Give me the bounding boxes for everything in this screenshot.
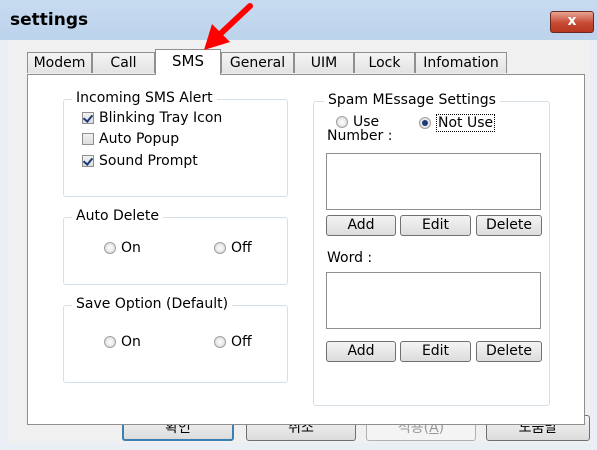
- button-label: Edit: [421, 343, 450, 359]
- radio-label: Off: [231, 240, 252, 256]
- radio-unselected-icon: [336, 116, 348, 128]
- word-add-button[interactable]: Add: [326, 341, 396, 362]
- radio-label: Off: [231, 334, 252, 350]
- save-option-on-radio[interactable]: On: [104, 334, 141, 350]
- button-label: Delete: [486, 343, 532, 359]
- checkbox-unchecked-icon: [82, 133, 94, 145]
- number-label: Number :: [327, 128, 393, 144]
- number-edit-button[interactable]: Edit: [400, 215, 471, 236]
- tab-infomation[interactable]: Infomation: [415, 52, 507, 73]
- blinking-tray-icon-checkbox[interactable]: Blinking Tray Icon: [82, 110, 222, 126]
- sms-tab-panel: Incoming SMS Alert Blinking Tray Icon Au…: [27, 74, 585, 425]
- checkbox-label: Blinking Tray Icon: [99, 110, 223, 126]
- spam-message-settings-group: Spam MEssage Settings Use Not Use Number…: [313, 92, 550, 406]
- word-label: Word :: [327, 250, 373, 266]
- checkbox-label: Auto Popup: [99, 131, 180, 147]
- incoming-sms-alert-group: Incoming SMS Alert Blinking Tray Icon Au…: [63, 90, 288, 197]
- incoming-sms-alert-title: Incoming SMS Alert: [72, 90, 217, 106]
- button-label: Delete: [486, 217, 532, 233]
- word-edit-button[interactable]: Edit: [400, 341, 471, 362]
- button-label: Edit: [421, 217, 450, 233]
- radio-unselected-icon: [214, 336, 226, 348]
- tab-uim[interactable]: UIM: [294, 52, 354, 73]
- settings-window: settings x Modem Call SMS General UIM Lo…: [0, 0, 597, 450]
- tab-call[interactable]: Call: [92, 52, 155, 73]
- checkbox-label: Sound Prompt: [99, 153, 198, 169]
- auto-delete-off-radio[interactable]: Off: [214, 240, 252, 256]
- number-delete-button[interactable]: Delete: [476, 215, 542, 236]
- radio-label: On: [121, 240, 141, 256]
- tab-general[interactable]: General: [221, 52, 294, 73]
- checkbox-checked-icon: [82, 112, 94, 124]
- radio-label: Not Use: [436, 114, 496, 132]
- red-arrow-icon: [204, 3, 253, 50]
- auto-delete-group: Auto Delete On Off: [63, 208, 288, 285]
- auto-delete-title: Auto Delete: [72, 208, 163, 224]
- auto-delete-on-radio[interactable]: On: [104, 240, 141, 256]
- radio-unselected-icon: [104, 242, 116, 254]
- auto-popup-checkbox[interactable]: Auto Popup: [82, 131, 179, 147]
- radio-unselected-icon: [104, 336, 116, 348]
- tab-modem[interactable]: Modem: [27, 52, 92, 73]
- spam-not-use-radio[interactable]: Not Use: [419, 114, 496, 132]
- number-add-button[interactable]: Add: [326, 215, 396, 236]
- button-label: Add: [347, 217, 375, 233]
- checkbox-checked-icon: [82, 155, 94, 167]
- save-option-group: Save Option (Default) On Off: [63, 296, 288, 383]
- spam-settings-title: Spam MEssage Settings: [324, 92, 500, 108]
- radio-label: On: [121, 334, 141, 350]
- button-label: Add: [347, 343, 375, 359]
- word-delete-button[interactable]: Delete: [476, 341, 542, 362]
- radio-selected-icon: [419, 117, 431, 129]
- sound-prompt-checkbox[interactable]: Sound Prompt: [82, 153, 198, 169]
- save-option-title: Save Option (Default): [72, 296, 233, 312]
- dialog-client-area: Modem Call SMS General UIM Lock Infomati…: [7, 40, 590, 443]
- close-icon: x: [567, 13, 577, 29]
- tab-lock[interactable]: Lock: [354, 52, 415, 73]
- word-list[interactable]: [326, 272, 541, 329]
- close-button[interactable]: x: [550, 11, 594, 33]
- title-bar: settings x: [0, 0, 597, 40]
- window-title: settings: [10, 10, 89, 30]
- radio-unselected-icon: [214, 242, 226, 254]
- save-option-off-radio[interactable]: Off: [214, 334, 252, 350]
- number-list[interactable]: [326, 153, 541, 210]
